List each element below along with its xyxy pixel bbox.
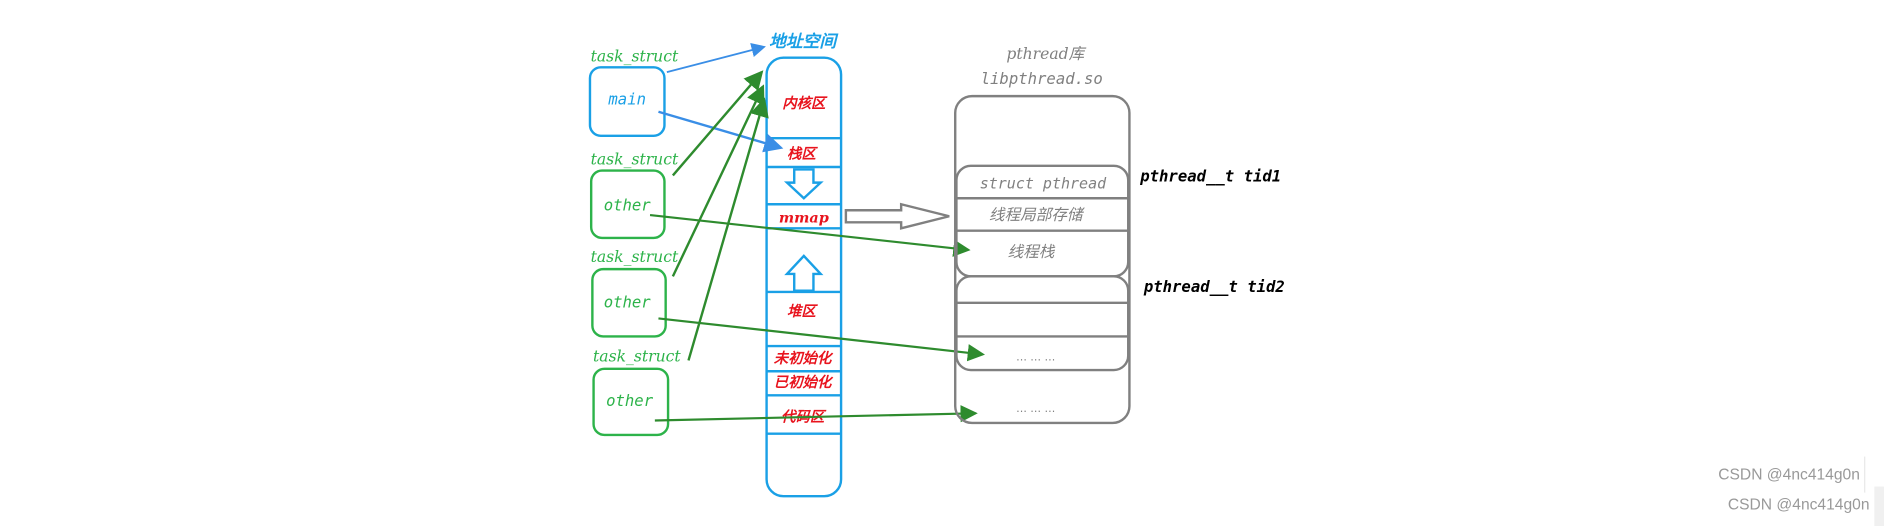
ellipsis: … … … [1016, 350, 1055, 363]
task-struct-label: task_struct [591, 151, 679, 169]
region-stack: 栈区 [787, 146, 818, 163]
tid2-label: pthread__t tid2 [1143, 278, 1285, 296]
region-bss: 未初始化 [774, 350, 834, 367]
region-kernel: 内核区 [782, 95, 828, 112]
arrow-main-to-stack [658, 110, 784, 153]
library-title: pthread库 [1006, 45, 1086, 63]
task-name: main [607, 91, 646, 109]
hollow-arrow-icon [844, 202, 950, 230]
task-struct-label: task_struct [591, 47, 679, 65]
library-subtitle: libpthread.so [981, 70, 1103, 88]
down-arrow-icon [783, 168, 824, 200]
thread-stack-label: 线程栈 [1007, 243, 1055, 261]
address-space-title: 地址空间 [769, 31, 839, 51]
tls-label: 线程局部存储 [989, 206, 1085, 224]
region-mmap: mmap [779, 209, 829, 226]
task-name: other [606, 392, 654, 410]
task-struct-label: task_struct [593, 348, 681, 366]
watermark: CSDN @4nc414g0n [1718, 466, 1860, 483]
arrow-task-to-address-space [671, 84, 765, 277]
ellipsis: … … … [1016, 402, 1055, 415]
watermark: CSDN @4nc414g0n [1728, 496, 1870, 513]
thread-address-space-diagram: 地址空间 内核区 栈区 mmap 堆区 未初始化 已初始化 代码区 task_s… [588, 31, 1884, 526]
arrow-task-to-address-space [687, 97, 769, 361]
region-data: 已初始化 [774, 374, 834, 391]
arrow-task-to-address-space [671, 70, 764, 177]
arrow-main-to-address-space [666, 43, 766, 73]
up-arrow-icon [784, 254, 824, 292]
struct-pthread-label: struct pthread [980, 175, 1107, 193]
task-name: other [604, 294, 652, 312]
tid1-label: pthread__t tid1 [1139, 167, 1281, 185]
task-struct-label: task_struct [591, 248, 679, 266]
region-heap: 堆区 [787, 303, 818, 320]
task-name: other [604, 196, 652, 214]
